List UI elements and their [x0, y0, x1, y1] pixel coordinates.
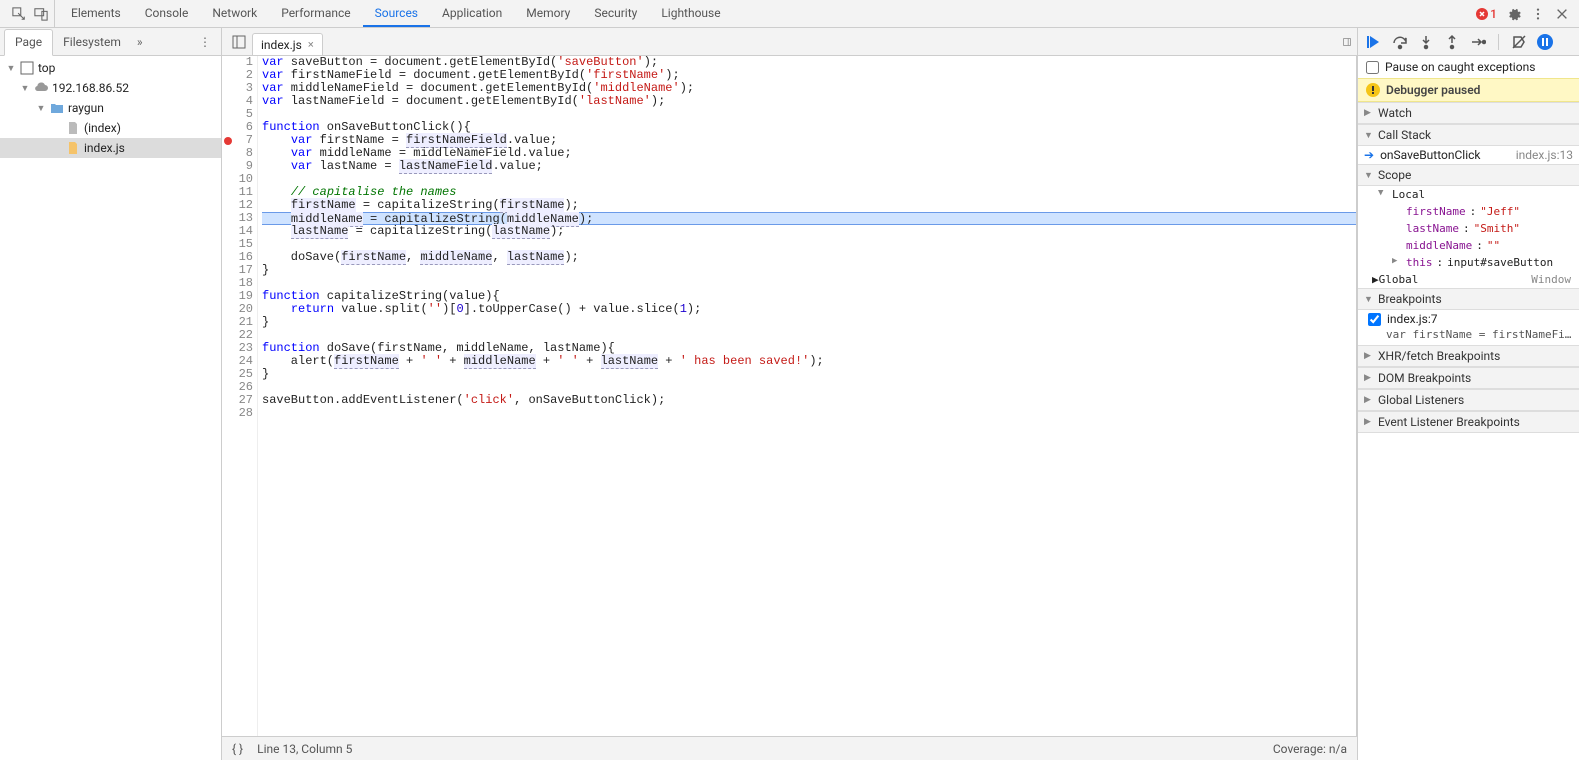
error-count-badge[interactable]: 1: [1476, 7, 1497, 21]
step-over-icon[interactable]: [1392, 34, 1408, 50]
top-tab-application[interactable]: Application: [430, 0, 514, 27]
top-tab-performance[interactable]: Performance: [269, 0, 362, 27]
frame-icon: [20, 61, 34, 75]
top-tab-network[interactable]: Network: [200, 0, 269, 27]
section-breakpoints[interactable]: ▼Breakpoints: [1358, 288, 1579, 310]
callstack-frame[interactable]: ➔ onSaveButtonClick index.js:13: [1358, 146, 1579, 164]
editor-tab-indexjs[interactable]: index.js ×: [252, 33, 323, 55]
tree-folder[interactable]: ▼ raygun: [0, 98, 221, 118]
tree-top-frame[interactable]: ▼ top: [0, 58, 221, 78]
debugger-paused-banner: Debugger paused: [1358, 78, 1579, 102]
top-tab-memory[interactable]: Memory: [514, 0, 582, 27]
step-into-icon[interactable]: [1418, 34, 1434, 50]
tree-file-indexjs[interactable]: index.js: [0, 138, 221, 158]
scope-var-middleName[interactable]: middleName: "": [1358, 237, 1579, 254]
breakpoint-code-preview: var firstName = firstNameFi…: [1358, 328, 1579, 345]
step-icon[interactable]: [1470, 34, 1486, 50]
devtools-top-bar: ElementsConsoleNetworkPerformanceSources…: [0, 0, 1579, 28]
error-count: 1: [1490, 7, 1497, 21]
toggle-debugger-icon[interactable]: [1343, 35, 1357, 49]
debugger-toolbar: [1358, 28, 1579, 56]
code-editor[interactable]: 1234567891011121314151617181920212223242…: [222, 56, 1357, 736]
section-global-listeners[interactable]: ▶Global Listeners: [1358, 389, 1579, 411]
section-scope[interactable]: ▼Scope: [1358, 164, 1579, 186]
debugger-panel: Pause on caught exceptions Debugger paus…: [1357, 28, 1579, 760]
breakpoint-item[interactable]: index.js:7: [1358, 310, 1579, 328]
top-tab-elements[interactable]: Elements: [59, 0, 133, 27]
nav-tab-filesystem[interactable]: Filesystem: [53, 28, 131, 55]
close-tab-icon[interactable]: ×: [308, 38, 314, 51]
section-callstack[interactable]: ▼Call Stack: [1358, 124, 1579, 146]
format-icon[interactable]: { }: [232, 742, 243, 756]
scope-global[interactable]: ▶GlobalWindow: [1358, 271, 1579, 288]
section-xhr[interactable]: ▶XHR/fetch Breakpoints: [1358, 345, 1579, 367]
pause-on-caught-checkbox[interactable]: Pause on caught exceptions: [1358, 56, 1579, 78]
file-icon: [66, 121, 80, 135]
section-event-listener[interactable]: ▶Event Listener Breakpoints: [1358, 411, 1579, 433]
nav-tabs-kebab-icon[interactable]: ⋮: [193, 35, 217, 49]
top-tab-sources[interactable]: Sources: [363, 0, 430, 27]
file-tree: ▼ top ▼ 192.168.86.52 ▼ raygun (index): [0, 56, 221, 760]
toggle-navigator-icon[interactable]: [232, 35, 246, 49]
deactivate-breakpoints-icon[interactable]: [1511, 34, 1527, 50]
scope-local[interactable]: ▼Local: [1358, 186, 1579, 203]
section-watch[interactable]: ▶Watch: [1358, 102, 1579, 124]
tree-file-index[interactable]: (index): [0, 118, 221, 138]
editor-status-bar: { } Line 13, Column 5 Coverage: n/a: [222, 736, 1357, 760]
scope-var-lastName[interactable]: lastName: "Smith": [1358, 220, 1579, 237]
top-tab-console[interactable]: Console: [133, 0, 201, 27]
scope-this[interactable]: ▶this: input#saveButton: [1358, 254, 1579, 271]
settings-icon[interactable]: [1507, 7, 1521, 21]
cloud-icon: [34, 81, 48, 95]
device-toggle-icon[interactable]: [34, 7, 48, 21]
kebab-menu-icon[interactable]: [1531, 7, 1545, 21]
inspect-icon[interactable]: [12, 7, 26, 21]
close-icon[interactable]: [1555, 7, 1569, 21]
scope-var-firstName[interactable]: firstName: "Jeff": [1358, 203, 1579, 220]
coverage-status: Coverage: n/a: [1273, 742, 1347, 756]
editor-panel: index.js × 12345678910111213141516171819…: [222, 28, 1357, 760]
cursor-position: Line 13, Column 5: [257, 742, 352, 756]
js-file-icon: [66, 141, 80, 155]
nav-tabs-more-icon[interactable]: »: [131, 35, 149, 49]
resume-icon[interactable]: [1366, 34, 1382, 50]
top-tab-security[interactable]: Security: [582, 0, 649, 27]
step-out-icon[interactable]: [1444, 34, 1460, 50]
tree-host[interactable]: ▼ 192.168.86.52: [0, 78, 221, 98]
top-tab-lighthouse[interactable]: Lighthouse: [649, 0, 732, 27]
folder-icon: [50, 101, 64, 115]
paused-indicator-icon: [1537, 34, 1553, 50]
section-dom[interactable]: ▶DOM Breakpoints: [1358, 367, 1579, 389]
navigator-panel: Page Filesystem » ⋮ ▼ top ▼ 192.168.86.5…: [0, 28, 222, 760]
nav-tab-page[interactable]: Page: [4, 29, 53, 56]
